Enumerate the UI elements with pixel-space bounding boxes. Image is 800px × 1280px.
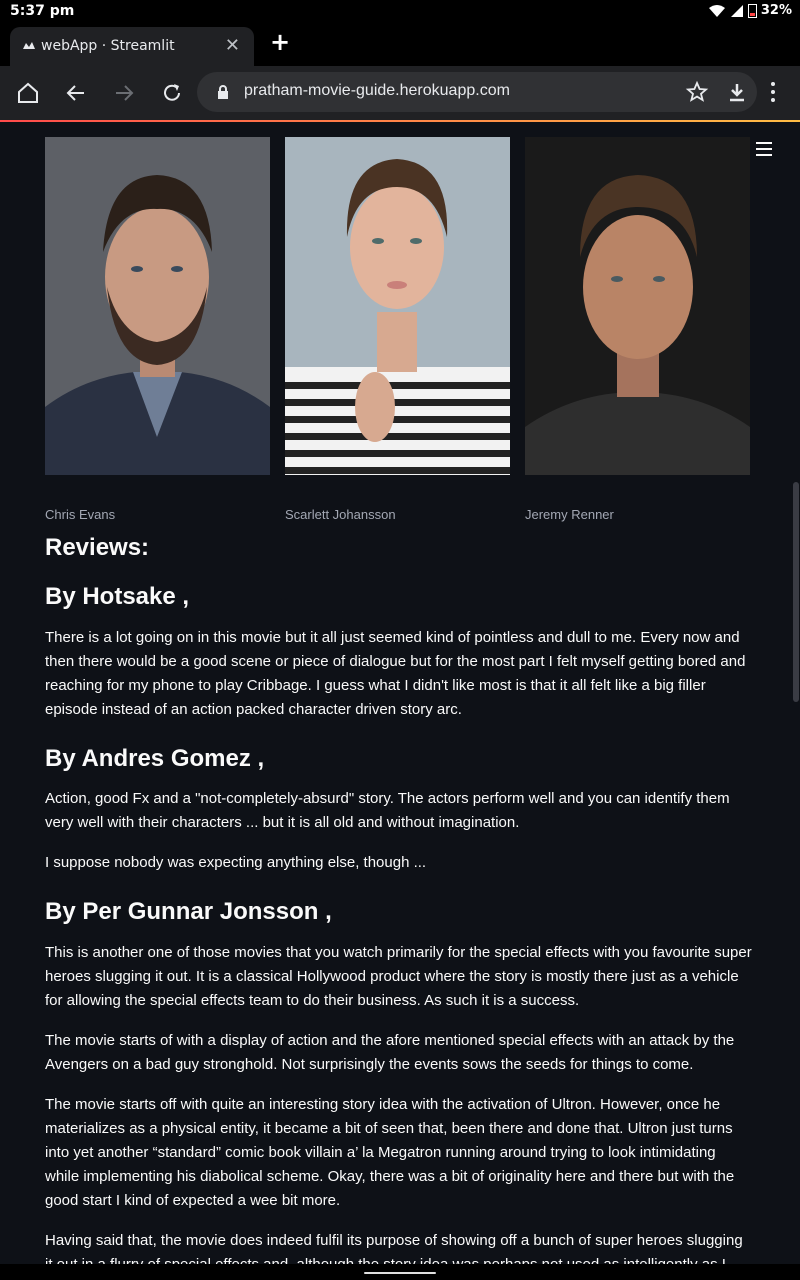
streamlit-favicon-icon [23,42,35,49]
wifi-icon [708,4,725,17]
review-paragraph: The movie starts of with a display of ac… [45,1032,735,1073]
cast-card: Chris Evans [45,137,270,522]
hamburger-menu-icon[interactable] [756,142,772,160]
review-paragraph: I suppose nobody was expecting anything … [45,854,427,871]
review-paragraph: Having said that, the movie does indeed … [45,1232,743,1264]
more-options-icon[interactable] [770,80,776,104]
review-author: By Hotsake , [45,583,190,610]
lock-icon [218,85,228,99]
back-icon[interactable] [64,81,88,105]
review-paragraph: This is another one of those movies that… [45,944,752,1009]
download-icon[interactable] [725,80,749,104]
cast-name: Scarlett Johansson [285,507,396,522]
home-gesture-pill[interactable] [364,1272,436,1274]
battery-icon [747,4,757,18]
browser-toolbar: pratham-movie-guide.herokuapp.com [0,66,800,120]
tab-strip: webApp · Streamlit ✕ + [0,24,800,66]
url-text: pratham-movie-guide.herokuapp.com [244,82,510,99]
page-content: Chris Evans Scarlett Johansson Jeremy Re… [0,122,800,1264]
review-paragraph: There is a lot going on in this movie bu… [45,629,746,718]
status-bar: 5:37 pm 32% [0,0,800,24]
close-tab-icon[interactable]: ✕ [225,35,240,56]
bookmark-star-icon[interactable] [685,80,709,104]
signal-icon [730,4,743,17]
forward-icon[interactable] [112,81,136,105]
home-icon[interactable] [16,81,40,105]
reviews-heading: Reviews: [45,534,150,561]
cast-card: Scarlett Johansson [285,137,510,522]
cast-photo [45,137,270,475]
cast-photo [525,137,750,475]
tab-title: webApp · Streamlit [41,38,175,54]
reload-icon[interactable] [160,81,184,105]
new-tab-icon[interactable]: + [270,28,290,56]
cast-card: Jeremy Renner [525,137,750,522]
system-nav-bar [0,1264,800,1280]
review-paragraph: Action, good Fx and a "not-completely-ab… [45,790,730,831]
browser-tab[interactable]: webApp · Streamlit ✕ [10,27,254,66]
cast-name: Jeremy Renner [525,507,614,522]
review-author: By Per Gunnar Jonsson , [45,898,332,925]
cast-photo [285,137,510,475]
review-author: By Andres Gomez , [45,745,265,772]
battery-percent: 32% [760,3,792,18]
status-time: 5:37 pm [10,3,75,19]
review-paragraph: The movie starts off with quite an inter… [45,1096,735,1209]
cast-name: Chris Evans [45,507,116,522]
page-scrollbar[interactable] [793,482,799,702]
address-bar[interactable]: pratham-movie-guide.herokuapp.com [197,72,757,112]
